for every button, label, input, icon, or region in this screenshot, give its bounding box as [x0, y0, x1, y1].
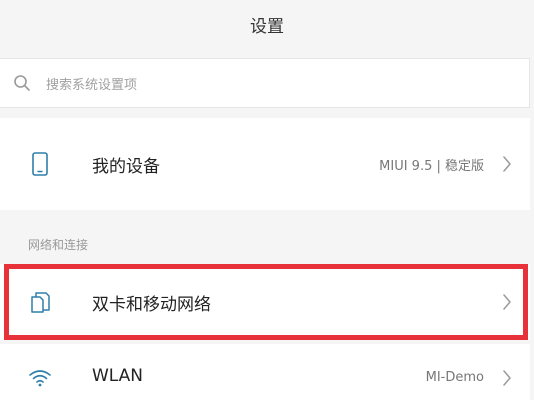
chevron-right-icon — [500, 292, 514, 312]
my-device-row[interactable]: 我的设备 MIUI 9.5 | 稳定版 — [0, 118, 530, 210]
sim-cards-icon — [28, 290, 52, 314]
chevron-right-icon — [500, 368, 514, 388]
section-header-network: 网络和连接 — [28, 238, 89, 252]
wlan-network-value: MI-Demo — [425, 370, 484, 385]
search-icon — [12, 73, 32, 93]
page-title: 设置 — [250, 16, 284, 37]
dual-sim-mobile-network-row[interactable]: 双卡和移动网络 — [0, 264, 530, 340]
wlan-label: WLAN — [92, 366, 144, 386]
wifi-icon — [28, 366, 52, 390]
phone-icon — [28, 152, 52, 176]
miui-version-value: MIUI 9.5 | 稳定版 — [379, 158, 484, 174]
search-input[interactable]: 搜索系统设置项 — [0, 58, 530, 108]
chevron-right-icon — [500, 154, 514, 174]
dual-sim-label: 双卡和移动网络 — [92, 294, 211, 315]
wlan-row[interactable]: WLAN MI-Demo — [0, 344, 530, 400]
search-placeholder: 搜索系统设置项 — [46, 77, 138, 93]
my-device-label: 我的设备 — [92, 156, 160, 177]
